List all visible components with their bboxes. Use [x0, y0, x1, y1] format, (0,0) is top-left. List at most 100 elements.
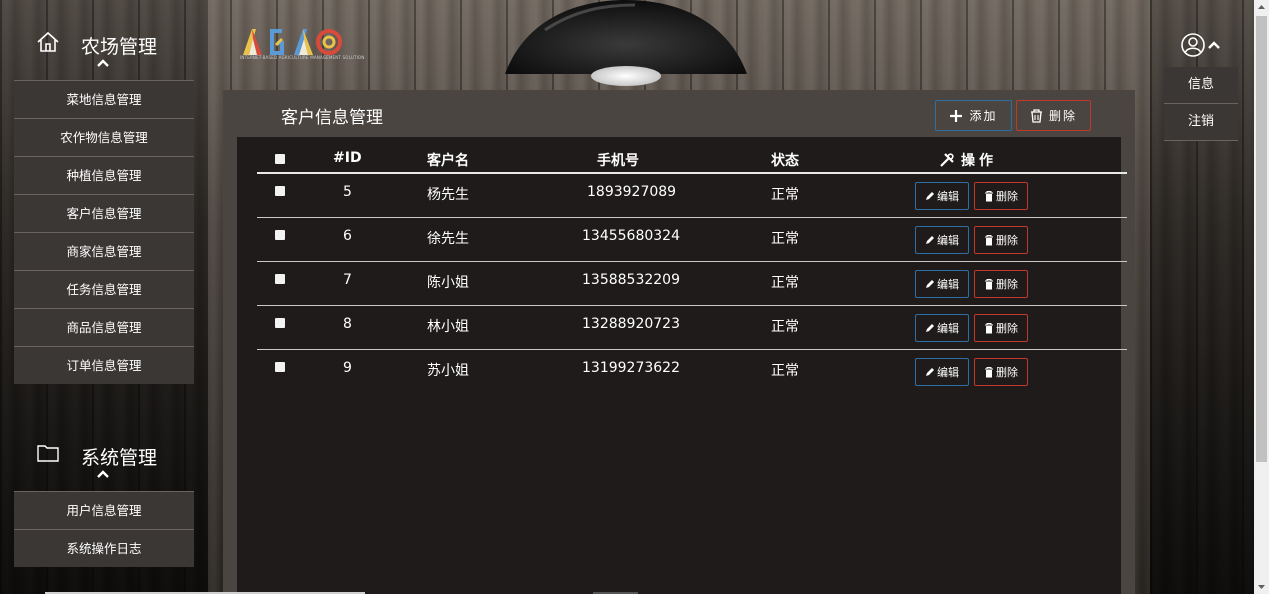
- row-check-cell: [275, 360, 285, 376]
- row-phone: 1893927089: [587, 184, 677, 200]
- edit-button[interactable]: 编辑: [915, 226, 969, 254]
- row-checkbox[interactable]: [275, 186, 285, 196]
- row-actions: 编辑 删除: [915, 270, 1028, 298]
- row-delete-button[interactable]: 删除: [974, 270, 1028, 298]
- edit-button[interactable]: 编辑: [915, 314, 969, 342]
- header-phone: 手机号: [597, 153, 639, 169]
- sidebar-item-planting[interactable]: 种植信息管理: [14, 156, 194, 194]
- row-phone: 13199273622: [582, 360, 680, 376]
- pencil-icon: [926, 192, 934, 200]
- header-operation: 操作: [961, 153, 997, 169]
- trash-icon: [985, 366, 993, 377]
- row-checkbox[interactable]: [275, 318, 285, 328]
- row-status: 正常: [771, 187, 799, 203]
- sidebar-item-vegetable-field[interactable]: 菜地信息管理: [14, 80, 194, 118]
- row-actions: 编辑 删除: [915, 314, 1028, 342]
- row-check-cell: [275, 316, 285, 332]
- row-id: 7: [343, 272, 352, 288]
- row-name: 陈小姐: [427, 275, 469, 291]
- nav-group-farm-header[interactable]: 农场管理: [14, 0, 194, 80]
- table-header-row: #ID 客户名 手机号 状态 操作: [257, 142, 1127, 174]
- sidebar-item-order[interactable]: 订单信息管理: [14, 346, 194, 384]
- row-id: 5: [343, 184, 352, 200]
- add-button[interactable]: 添加: [935, 100, 1012, 131]
- sidebar-item-product[interactable]: 商品信息管理: [14, 308, 194, 346]
- row-delete-button[interactable]: 删除: [974, 358, 1028, 386]
- trash-icon: [985, 278, 993, 289]
- plus-icon: [950, 109, 963, 122]
- scroll-down-arrow-icon[interactable]: [1254, 579, 1269, 594]
- row-name: 杨先生: [427, 187, 469, 203]
- edit-button[interactable]: 编辑: [915, 270, 969, 298]
- select-all-checkbox[interactable]: [275, 154, 285, 164]
- chevron-up-icon: [97, 59, 109, 67]
- edit-button[interactable]: 编辑: [915, 182, 969, 210]
- row-actions: 编辑 删除: [915, 358, 1028, 386]
- header-id: #ID: [333, 150, 362, 166]
- row-delete-label: 删除: [996, 278, 1018, 291]
- table-row: 5 杨先生 1893927089 正常 编辑 删除: [257, 174, 1127, 218]
- trash-icon: [985, 322, 993, 333]
- logo-subtitle: INTERNET-BASED AGRICULTURE MANAGEMENT SO…: [240, 55, 365, 60]
- page-title: 客户信息管理: [281, 108, 383, 128]
- row-id: 8: [343, 316, 352, 332]
- row-check-cell: [275, 228, 285, 244]
- scroll-thumb[interactable]: [1256, 16, 1267, 462]
- user-menu-info[interactable]: 信息: [1164, 67, 1238, 104]
- select-all-cell: [275, 150, 285, 168]
- user-menu-logout[interactable]: 注销: [1164, 104, 1238, 141]
- table-row: 7 陈小姐 13588532209 正常 编辑 删除: [257, 262, 1127, 306]
- row-status: 正常: [771, 231, 799, 247]
- user-circle-icon: [1181, 33, 1205, 57]
- edit-button-label: 编辑: [937, 366, 959, 379]
- row-delete-button[interactable]: 删除: [974, 226, 1028, 254]
- delete-button[interactable]: 删除: [1016, 100, 1091, 131]
- user-menu: 信息 注销: [1164, 67, 1238, 141]
- row-name: 苏小姐: [427, 363, 469, 379]
- scroll-up-arrow-icon[interactable]: [1254, 0, 1269, 15]
- row-id: 6: [343, 228, 352, 244]
- row-checkbox[interactable]: [275, 362, 285, 372]
- row-checkbox[interactable]: [275, 230, 285, 240]
- chevron-up-icon: [1208, 41, 1220, 49]
- user-menu-toggle[interactable]: [1180, 32, 1224, 58]
- vertical-scrollbar[interactable]: [1254, 0, 1269, 594]
- nav-group-system-title: 系统管理: [81, 447, 158, 469]
- sidebar-item-operation-log[interactable]: 系统操作日志: [14, 529, 194, 567]
- nav-group-farm-list: 菜地信息管理 农作物信息管理 种植信息管理 客户信息管理 商家信息管理 任务信息…: [14, 80, 194, 384]
- row-phone: 13455680324: [582, 228, 680, 244]
- sidebar-item-task[interactable]: 任务信息管理: [14, 270, 194, 308]
- row-delete-button[interactable]: 删除: [974, 314, 1028, 342]
- nav-group-system-header[interactable]: 系统管理: [14, 411, 194, 491]
- row-phone: 13288920723: [582, 316, 680, 332]
- row-delete-button[interactable]: 删除: [974, 182, 1028, 210]
- header-name: 客户名: [427, 153, 469, 169]
- sidebar-item-crop[interactable]: 农作物信息管理: [14, 118, 194, 156]
- trash-icon: [985, 234, 993, 245]
- edit-button-label: 编辑: [937, 190, 959, 203]
- edit-button[interactable]: 编辑: [915, 358, 969, 386]
- row-status: 正常: [771, 275, 799, 291]
- row-actions: 编辑 删除: [915, 226, 1028, 254]
- edit-button-label: 编辑: [937, 234, 959, 247]
- row-checkbox[interactable]: [275, 274, 285, 284]
- nav-group-system-list: 用户信息管理 系统操作日志: [14, 491, 194, 567]
- row-delete-label: 删除: [996, 234, 1018, 247]
- pencil-icon: [926, 324, 934, 332]
- sidebar: 农场管理 菜地信息管理 农作物信息管理 种植信息管理 客户信息管理 商家信息管理…: [14, 0, 194, 567]
- row-delete-label: 删除: [996, 322, 1018, 335]
- sidebar-item-customer[interactable]: 客户信息管理: [14, 194, 194, 232]
- customer-panel: 客户信息管理 添加 删除 #ID 客户名 手机号 状态 操作 5 杨先生 189…: [223, 90, 1135, 594]
- row-check-cell: [275, 184, 285, 200]
- row-actions: 编辑 删除: [915, 182, 1028, 210]
- customer-table: #ID 客户名 手机号 状态 操作 5 杨先生 1893927089 正常 编辑…: [237, 137, 1127, 594]
- folder-icon: [37, 445, 59, 462]
- sidebar-item-merchant[interactable]: 商家信息管理: [14, 232, 194, 270]
- sidebar-item-user[interactable]: 用户信息管理: [14, 491, 194, 529]
- pencil-icon: [926, 368, 934, 376]
- chevron-up-icon: [97, 470, 109, 478]
- table-row: 8 林小姐 13288920723 正常 编辑 删除: [257, 306, 1127, 350]
- row-status: 正常: [771, 319, 799, 335]
- row-name: 林小姐: [427, 319, 469, 335]
- home-icon: [37, 31, 59, 52]
